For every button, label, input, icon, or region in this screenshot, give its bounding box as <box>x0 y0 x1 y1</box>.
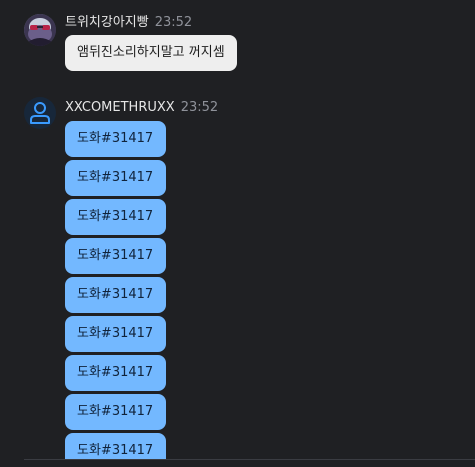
sender-line: 트위치강아지빵 23:52 <box>65 14 192 32</box>
message-bubble[interactable]: 도화#31417 <box>65 160 166 196</box>
message-timestamp: 23:52 <box>154 15 193 30</box>
profile-picture-icon <box>24 14 56 46</box>
divider <box>24 459 475 460</box>
message-timestamp: 23:52 <box>180 100 219 115</box>
sender-name[interactable]: XXCOMETHRUXX <box>65 100 175 115</box>
chat-thread: 트위치강아지빵 23:52 앰뒤진소리하지말고 꺼지셈 XXCOMETHRUXX 2… <box>0 0 475 467</box>
message-bubble[interactable]: 도화#31417 <box>65 316 166 352</box>
message-bubble[interactable]: 도화#31417 <box>65 277 166 313</box>
sender-line: XXCOMETHRUXX 23:52 <box>65 99 218 117</box>
avatar[interactable] <box>24 14 56 46</box>
message-bubble[interactable]: 도화#31417 <box>65 355 166 391</box>
message-bubble[interactable]: 앰뒤진소리하지말고 꺼지셈 <box>65 35 237 71</box>
user-icon <box>30 102 50 124</box>
message-bubble[interactable]: 도화#31417 <box>65 121 166 157</box>
message-bubble[interactable]: 도화#31417 <box>65 199 166 235</box>
avatar[interactable] <box>24 97 56 129</box>
message-bubble[interactable]: 도화#31417 <box>65 433 166 459</box>
message-bubble[interactable]: 도화#31417 <box>65 394 166 430</box>
message-bubble[interactable]: 도화#31417 <box>65 238 166 274</box>
sender-name[interactable]: 트위치강아지빵 <box>65 15 149 30</box>
